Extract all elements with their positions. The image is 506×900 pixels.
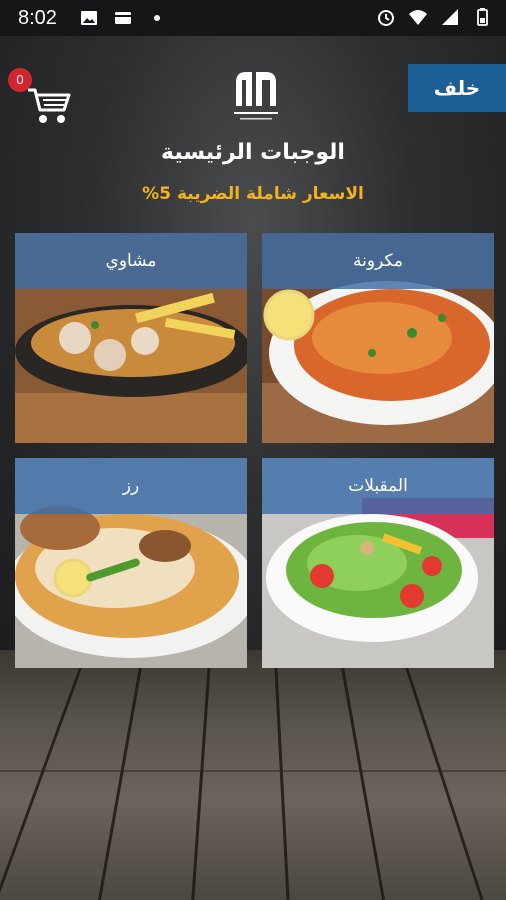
background-wood-floor [0,650,506,900]
category-card-rice[interactable]: رز [15,458,247,668]
status-time: 8:02 [18,6,57,29]
cart-count-badge: 0 [8,68,32,92]
category-card-grills[interactable]: مشاوي [15,233,247,443]
signal-icon [442,9,458,25]
category-label-grills: مشاوي [15,233,247,289]
category-label-pasta: مكرونة [262,233,494,289]
dot-icon [153,15,160,21]
category-card-pasta[interactable]: مكرونة [262,233,494,443]
image-icon [80,11,97,25]
restaurant-logo [234,72,278,120]
alarm-icon [378,10,394,26]
tax-note: الاسعار شاملة الضريبة 5% [142,184,364,204]
back-button[interactable]: خلف [408,64,506,112]
cart-icon [28,88,71,123]
page-title: الوجبات الرئيسية [161,140,345,165]
card-icon [114,12,131,24]
wifi-icon [409,10,427,25]
category-label-appetizers: المقبلات [262,458,494,514]
cart-button[interactable]: 0 [8,68,72,128]
status-bar: 8:02 [0,0,506,36]
battery-icon [477,8,488,26]
category-label-rice: رز [15,458,247,514]
category-card-appetizers[interactable]: المقبلات [262,458,494,668]
